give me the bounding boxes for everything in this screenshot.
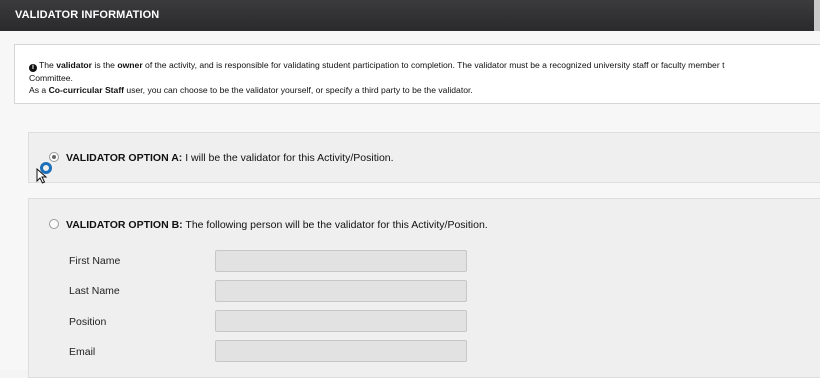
first-name-field[interactable] xyxy=(215,250,467,272)
mouse-pointer-icon xyxy=(36,168,48,184)
option-a-title: VALIDATOR OPTION A: xyxy=(66,152,183,164)
info-text: As a xyxy=(29,85,49,95)
info-bold-owner: owner xyxy=(117,60,143,70)
last-name-field[interactable] xyxy=(215,280,467,302)
info-line-2: Committee. xyxy=(29,73,73,83)
last-name-label: Last Name xyxy=(69,285,120,297)
email-label: Email xyxy=(69,346,96,358)
option-b-radio[interactable] xyxy=(49,219,59,229)
section-header: VALIDATOR INFORMATION xyxy=(0,0,820,31)
position-label: Position xyxy=(69,316,107,328)
option-b-title: VALIDATOR OPTION B: xyxy=(66,219,183,231)
first-name-label: First Name xyxy=(69,255,121,267)
header-edge xyxy=(814,0,820,31)
validator-option-a-panel[interactable]: VALIDATOR OPTION A: I will be the valida… xyxy=(28,132,820,183)
option-b-label[interactable]: VALIDATOR OPTION B: The following person… xyxy=(66,219,488,231)
info-text: user, you can choose to be the validator… xyxy=(124,85,473,95)
info-text: is the xyxy=(92,60,118,70)
section-title: VALIDATOR INFORMATION xyxy=(15,9,160,21)
info-text: The xyxy=(39,60,57,70)
info-box: i The validator is the owner of the activ… xyxy=(14,44,820,104)
info-line-3: As a Co-curricular Staff user, you can c… xyxy=(29,84,820,96)
info-bold-role: Co-curricular Staff xyxy=(48,85,125,95)
email-field[interactable] xyxy=(215,340,467,362)
option-a-description: I will be the validator for this Activit… xyxy=(182,152,394,164)
info-icon: i xyxy=(29,64,37,72)
position-field[interactable] xyxy=(215,310,467,332)
option-b-description: The following person will be the validat… xyxy=(182,219,488,231)
info-text: of the activity, and is responsible for … xyxy=(142,60,725,70)
option-a-radio[interactable] xyxy=(49,152,59,162)
option-a-label[interactable]: VALIDATOR OPTION A: I will be the valida… xyxy=(66,152,394,164)
info-bold-validator: validator xyxy=(56,60,93,70)
info-line-1: i The validator is the owner of the activ… xyxy=(29,59,820,72)
